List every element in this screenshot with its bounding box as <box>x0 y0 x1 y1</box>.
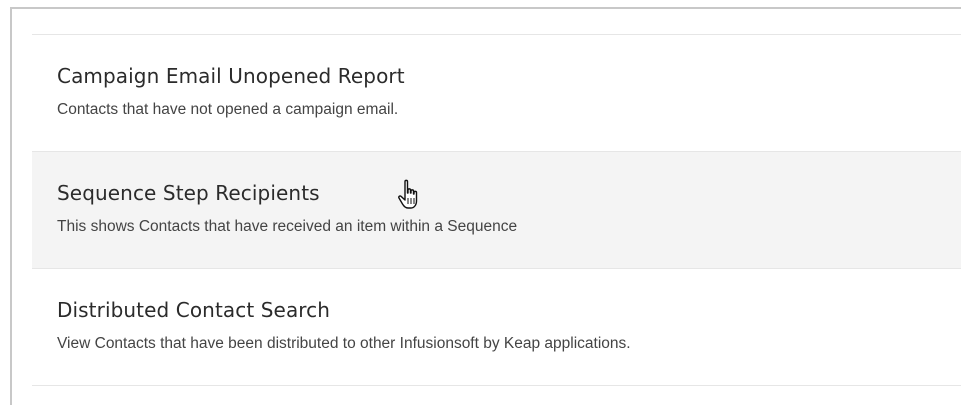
report-description: This shows Contacts that have received a… <box>57 218 518 235</box>
report-item-campaign-email-unopened[interactable]: Campaign Email Unopened Report Contacts … <box>32 35 961 152</box>
report-list: Campaign Email Unopened Report Contacts … <box>32 34 961 386</box>
report-title[interactable]: Distributed Contact Search <box>57 298 330 322</box>
report-item-sequence-step-recipients[interactable]: Sequence Step Recipients This shows Cont… <box>32 152 961 269</box>
report-description: View Contacts that have been distributed… <box>57 335 631 352</box>
report-description: Contacts that have not opened a campaign… <box>57 101 399 118</box>
report-list-panel: Campaign Email Unopened Report Contacts … <box>0 0 961 405</box>
report-title[interactable]: Sequence Step Recipients <box>57 181 320 205</box>
panel-left-border <box>10 7 12 405</box>
panel-top-border <box>10 7 961 9</box>
report-item-distributed-contact-search[interactable]: Distributed Contact Search View Contacts… <box>32 269 961 386</box>
hand-pointer-icon <box>398 179 418 209</box>
report-title[interactable]: Campaign Email Unopened Report <box>57 64 405 88</box>
